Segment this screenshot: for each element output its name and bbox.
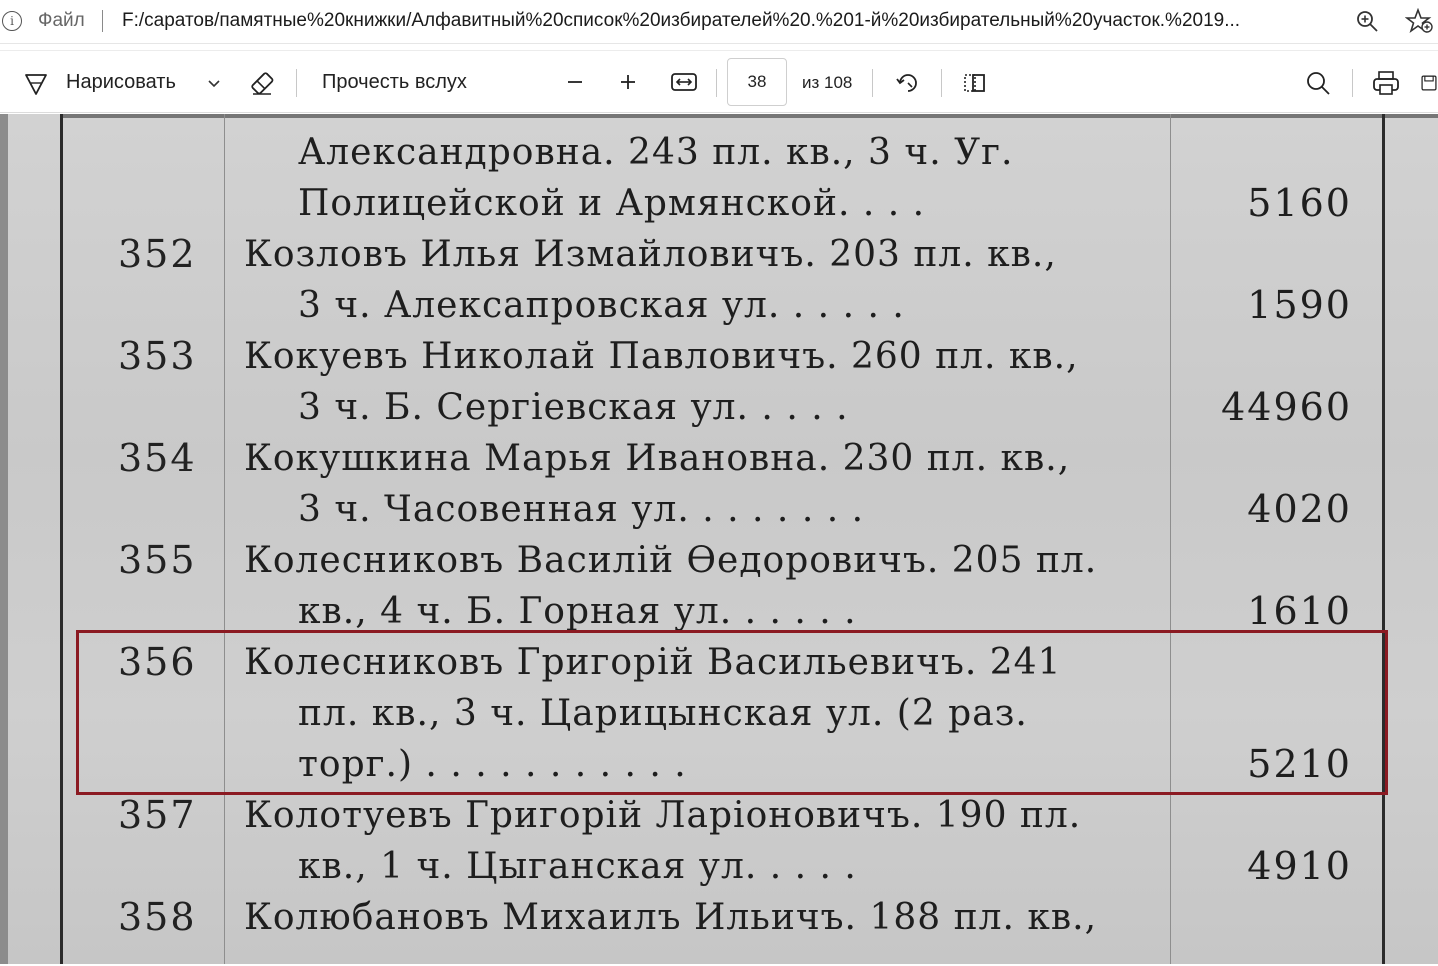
zoom-in-icon[interactable] bbox=[1355, 9, 1379, 33]
toolbar-separator bbox=[941, 69, 942, 97]
entry-amount: 44960 bbox=[1221, 385, 1352, 429]
entry-text: кв., 4 ч. Б. Горная ул. . . . . . bbox=[298, 591, 857, 632]
entry-amount: 1610 bbox=[1247, 589, 1352, 633]
document-viewer[interactable]: Александровна. 243 пл. кв., 3 ч. Уг. Поли… bbox=[0, 114, 1438, 966]
draw-icon[interactable] bbox=[22, 69, 50, 97]
search-icon[interactable] bbox=[1303, 68, 1333, 98]
entry-text: Колотуевъ Григорій Ларіоновичъ. 190 пл. bbox=[244, 795, 1082, 836]
entry-text: Полицейской и Армянской. . . . bbox=[298, 183, 926, 224]
address-bar: i Файл F:/саратов/памятные%20книжки/Алфа… bbox=[0, 0, 1438, 44]
entry-amount: 1590 bbox=[1247, 283, 1352, 327]
column-rule bbox=[1170, 114, 1171, 966]
save-icon[interactable] bbox=[1420, 68, 1438, 98]
highlight-box bbox=[76, 630, 1388, 795]
zoom-in-icon[interactable] bbox=[617, 71, 639, 93]
entry-amount: 4020 bbox=[1247, 487, 1352, 531]
entry-number: 358 bbox=[118, 895, 197, 939]
toolbar-separator bbox=[716, 69, 717, 97]
zoom-out-icon[interactable] bbox=[564, 71, 586, 93]
page-rule bbox=[60, 114, 1438, 118]
rotate-icon[interactable] bbox=[893, 68, 923, 98]
entry-number: 357 bbox=[118, 793, 197, 837]
toolbar-separator bbox=[872, 69, 873, 97]
toolbar-separator bbox=[296, 69, 297, 97]
entry-text: Колесниковъ Василій Өедоровичъ. 205 пл. bbox=[244, 540, 1098, 581]
file-label: Файл bbox=[38, 10, 85, 31]
entry-text: 3 ч. Алексапровская ул. . . . . . bbox=[298, 285, 905, 326]
read-aloud-button[interactable]: Прочесть вслух bbox=[322, 71, 467, 94]
entry-number: 352 bbox=[118, 232, 197, 276]
entry-text: Александровна. 243 пл. кв., 3 ч. Уг. bbox=[298, 132, 1014, 173]
pdf-toolbar: Нарисовать Прочесть вслух 38 из 108 bbox=[0, 50, 1438, 113]
entry-text: 3 ч. Часовенная ул. . . . . . . . bbox=[298, 489, 865, 530]
entry-text: кв., 1 ч. Цыганская ул. . . . . bbox=[298, 846, 857, 887]
entry-text: 3 ч. Б. Сергіевская ул. . . . . bbox=[298, 387, 849, 428]
column-rule bbox=[60, 114, 63, 966]
entry-number: 355 bbox=[118, 538, 197, 582]
entry-number: 354 bbox=[118, 436, 197, 480]
add-favorite-icon[interactable] bbox=[1404, 7, 1433, 34]
entry-text: Колюбановъ Михаилъ Ильичъ. 188 пл. кв., bbox=[244, 897, 1098, 938]
entry-amount: 4910 bbox=[1247, 844, 1352, 888]
page-count: из 108 bbox=[802, 73, 853, 92]
entry-text: Козловъ Илья Измайловичъ. 203 пл. кв., bbox=[244, 234, 1057, 275]
entry-text: Кокуевъ Николай Павловичъ. 260 пл. кв., bbox=[244, 336, 1079, 377]
draw-button[interactable]: Нарисовать bbox=[66, 71, 176, 94]
entry-amount: 5160 bbox=[1247, 181, 1352, 225]
print-icon[interactable] bbox=[1370, 68, 1402, 98]
entry-text: Кокушкина Марья Ивановна. 230 пл. кв., bbox=[244, 438, 1071, 479]
page-view-icon[interactable] bbox=[959, 68, 989, 98]
toolbar-separator bbox=[1352, 69, 1353, 97]
info-icon[interactable]: i bbox=[2, 11, 22, 31]
eraser-icon[interactable] bbox=[247, 68, 277, 98]
column-rule bbox=[224, 114, 225, 966]
url-field[interactable]: F:/саратов/памятные%20книжки/Алфавитный%… bbox=[122, 10, 1337, 32]
fit-width-icon[interactable] bbox=[669, 69, 699, 95]
chevron-down-icon[interactable] bbox=[204, 73, 224, 93]
column-rule bbox=[1382, 114, 1385, 966]
address-separator bbox=[102, 10, 103, 32]
entry-number: 353 bbox=[118, 334, 197, 378]
page-number-input[interactable]: 38 bbox=[727, 58, 787, 106]
